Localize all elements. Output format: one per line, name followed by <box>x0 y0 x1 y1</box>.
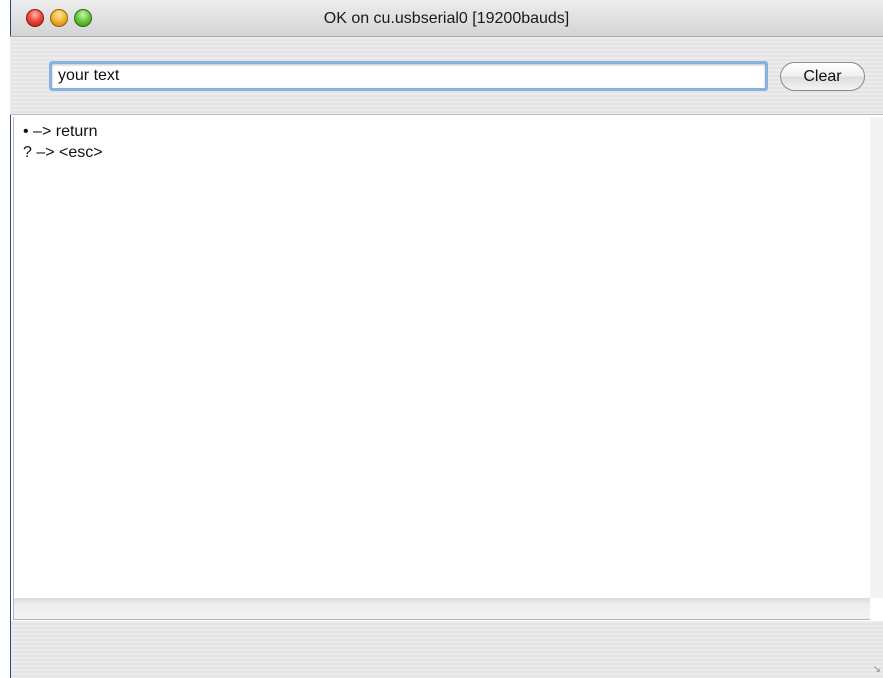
resize-grip-icon[interactable]: ↘ <box>869 664 881 676</box>
serial-monitor-window: OK on cu.usbserial0 [19200bauds] Clear •… <box>0 0 883 678</box>
window-footer: ↘ <box>11 621 883 678</box>
output-bottom-edge <box>13 598 870 620</box>
output-line: • –> return <box>23 123 98 140</box>
title-bar[interactable]: OK on cu.usbserial0 [19200bauds] <box>10 0 883 37</box>
toolbar: Clear <box>10 37 883 115</box>
window-title: OK on cu.usbserial0 [19200bauds] <box>323 10 570 27</box>
send-text-input[interactable] <box>49 61 768 91</box>
output-right-strip <box>870 117 883 598</box>
output-line: ? –> <esc> <box>23 144 103 161</box>
window-left-border <box>10 37 11 678</box>
clear-button[interactable]: Clear <box>780 62 865 91</box>
output-text-area[interactable]: • –> return ? –> <esc> <box>13 117 870 598</box>
